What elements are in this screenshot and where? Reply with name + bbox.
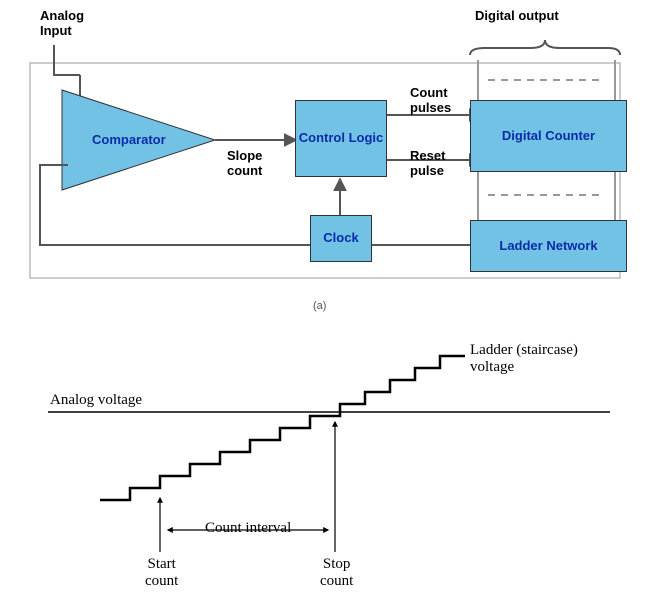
comparator-label: Comparator xyxy=(92,132,166,147)
digital-output-label: Digital output xyxy=(475,8,559,23)
analog-input-label: Analog Input xyxy=(40,8,84,38)
reset-pulse-label: Reset pulse xyxy=(410,148,445,178)
sublabel-a: (a) xyxy=(313,300,326,312)
start-count-label: Start count xyxy=(145,556,178,590)
wiring-svg xyxy=(0,0,649,595)
ladder-network-label: Ladder Network xyxy=(499,239,597,254)
control-logic-block: Control Logic xyxy=(295,100,387,177)
ladder-voltage-label: Ladder (staircase) voltage xyxy=(470,342,578,376)
digital-counter-block: Digital Counter xyxy=(470,100,627,172)
stop-count-label: Stop count xyxy=(320,556,353,590)
diagram-canvas: Analog Input Digital output Comparator C… xyxy=(0,0,649,595)
ladder-network-block: Ladder Network xyxy=(470,220,627,272)
analog-voltage-label: Analog voltage xyxy=(50,392,142,409)
slope-count-label: Slope count xyxy=(227,148,262,178)
count-pulses-label: Count pulses xyxy=(410,85,451,115)
control-logic-label: Control Logic xyxy=(299,131,384,146)
clock-block: Clock xyxy=(310,215,372,262)
digital-counter-label: Digital Counter xyxy=(502,129,595,144)
count-interval-label: Count interval xyxy=(205,520,291,537)
clock-label: Clock xyxy=(323,231,358,246)
